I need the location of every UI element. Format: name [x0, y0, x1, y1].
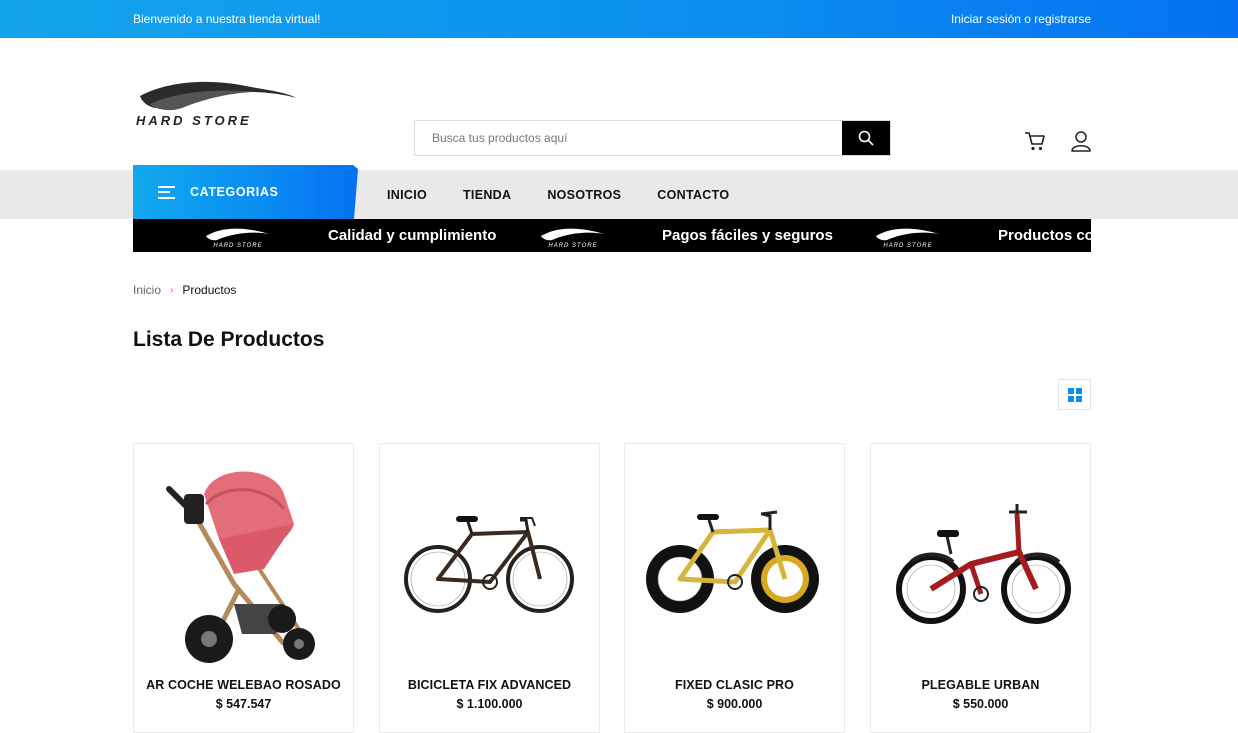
yellow-bike-image — [646, 510, 819, 613]
red-folding-bike-image — [896, 504, 1071, 624]
product-price: $ 1.100.000 — [456, 697, 523, 711]
product-card[interactable]: FIXED CLASIC PRO $ 900.000 — [624, 443, 845, 733]
categories-button[interactable]: CATEGORIAS — [133, 165, 358, 219]
product-price: $ 547.547 — [215, 697, 272, 711]
product-name[interactable]: PLEGABLE URBAN — [871, 678, 1090, 692]
marquee-message: Calidad y cumplimiento — [328, 227, 497, 244]
user-icon[interactable] — [1069, 129, 1093, 153]
marquee-logo: HARD STORE — [873, 219, 943, 252]
categories-label: CATEGORIAS — [190, 185, 279, 199]
marquee-logo: HARD STORE — [538, 219, 608, 252]
promo-marquee: HARD STORE Calidad y cumplimiento HARD S… — [133, 219, 1091, 252]
nav-links: INICIO TIENDA NOSOTROS CONTACTO — [387, 170, 765, 219]
nav-link-inicio[interactable]: INICIO — [387, 188, 427, 202]
product-image[interactable] — [871, 454, 1090, 669]
product-name[interactable]: AR COCHE WELEBAO ROSADO — [134, 678, 353, 692]
page-title: Lista De Productos — [133, 328, 325, 351]
road-bike-image — [404, 516, 574, 613]
product-name[interactable]: BICICLETA FIX ADVANCED — [380, 678, 599, 692]
nav-link-tienda[interactable]: TIENDA — [463, 188, 511, 202]
login-register-link[interactable]: Iniciar sesión o registrarse — [951, 12, 1091, 26]
product-image[interactable] — [134, 454, 353, 669]
hamburger-icon — [158, 185, 175, 199]
product-image[interactable] — [380, 454, 599, 669]
svg-text:HARD STORE: HARD STORE — [883, 243, 932, 249]
product-card[interactable]: PLEGABLE URBAN $ 550.000 — [870, 443, 1091, 733]
breadcrumb-current: Productos — [182, 283, 237, 297]
header: HARD STORE — [0, 38, 1238, 170]
search-input[interactable] — [415, 121, 842, 155]
product-card[interactable]: BICICLETA FIX ADVANCED $ 1.100.000 — [379, 443, 600, 733]
search-button[interactable] — [842, 121, 890, 155]
nav-link-contacto[interactable]: CONTACTO — [657, 188, 729, 202]
logo-swoosh-icon — [140, 81, 296, 111]
product-price: $ 900.000 — [706, 697, 763, 711]
breadcrumb-separator-icon: › — [170, 284, 174, 296]
search-icon — [858, 130, 874, 146]
nav-link-nosotros[interactable]: NOSOTROS — [547, 188, 621, 202]
product-grid: AR COCHE WELEBAO ROSADO $ 547.547 BICICL… — [133, 443, 1091, 733]
grid-icon — [1067, 387, 1082, 402]
breadcrumb-home[interactable]: Inicio — [133, 283, 161, 297]
main-nav: CATEGORIAS INICIO TIENDA NOSOTROS CONTAC… — [0, 165, 1238, 219]
logo-swoosh-icon: HARD STORE — [876, 228, 939, 249]
logo-text: HARD STORE — [136, 113, 252, 128]
logo-swoosh-icon: HARD STORE — [206, 228, 269, 249]
welcome-message: Bienvenido a nuestra tienda virtual! — [133, 12, 321, 26]
pink-stroller-image — [166, 471, 315, 663]
svg-text:HARD STORE: HARD STORE — [213, 243, 262, 249]
logo-swoosh-icon: HARD STORE — [541, 228, 604, 249]
breadcrumb: Inicio › Productos — [133, 283, 236, 297]
grid-view-toggle[interactable] — [1058, 379, 1091, 410]
cart-icon[interactable] — [1023, 130, 1047, 152]
marquee-logo: HARD STORE — [203, 219, 273, 252]
search-bar — [414, 120, 891, 156]
marquee-message: Productos con — [998, 227, 1091, 244]
top-bar: Bienvenido a nuestra tienda virtual! Ini… — [0, 0, 1238, 38]
product-price: $ 550.000 — [952, 697, 1009, 711]
product-name[interactable]: FIXED CLASIC PRO — [625, 678, 844, 692]
marquee-message: Pagos fáciles y seguros — [662, 227, 833, 244]
svg-text:HARD STORE: HARD STORE — [548, 243, 597, 249]
store-logo[interactable]: HARD STORE — [136, 78, 306, 130]
product-image[interactable] — [625, 454, 844, 669]
product-card[interactable]: AR COCHE WELEBAO ROSADO $ 547.547 — [133, 443, 354, 733]
